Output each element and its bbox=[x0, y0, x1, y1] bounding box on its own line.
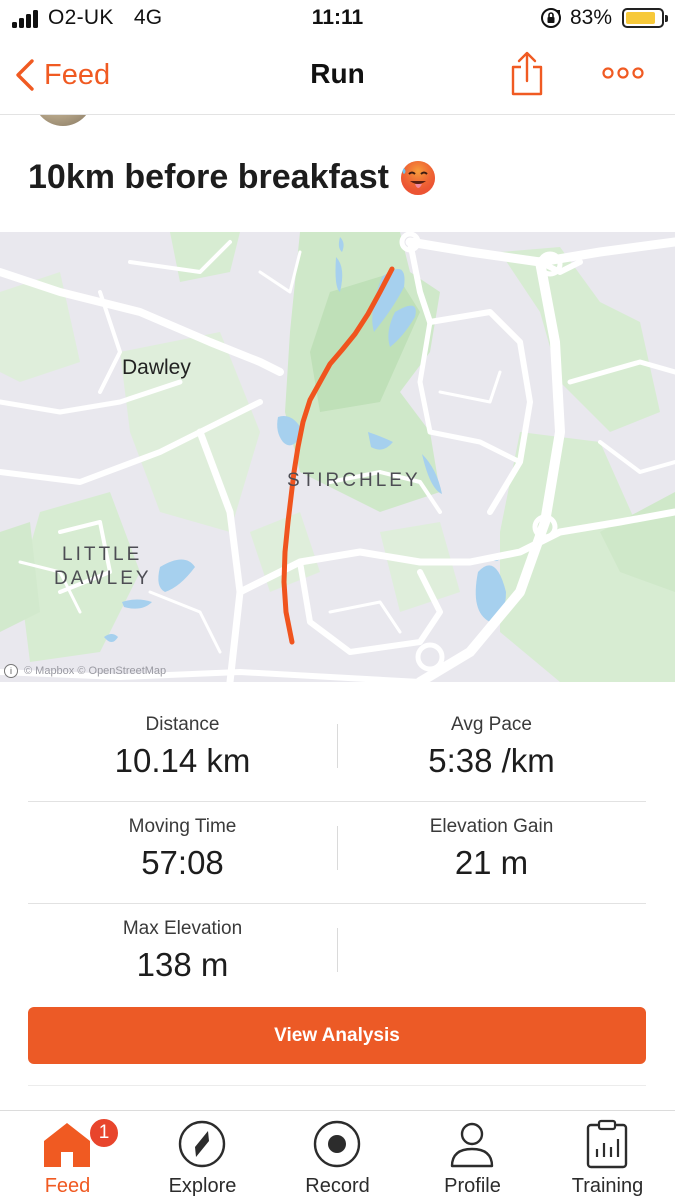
tab-bar: 1 Feed Explore Record Profile Training bbox=[0, 1110, 675, 1200]
info-icon[interactable]: i bbox=[4, 664, 18, 678]
stat-label: Max Elevation bbox=[122, 918, 243, 939]
stat-value: 138 m bbox=[136, 946, 229, 983]
home-icon bbox=[44, 1123, 90, 1167]
share-icon[interactable] bbox=[508, 50, 546, 98]
stat-moving-time: Moving Time 57:08 bbox=[28, 816, 337, 882]
map-label-little: LITTLE bbox=[62, 544, 143, 565]
map-canvas bbox=[0, 232, 675, 682]
activity-detail-screen: O2-UK 4G 11:11 83% Feed Run 10km before … bbox=[0, 0, 675, 1200]
hot-face-emoji-icon bbox=[400, 160, 435, 195]
stat-value: 21 m bbox=[454, 844, 529, 881]
tab-record[interactable]: Record bbox=[270, 1111, 405, 1200]
attribution-text: © Mapbox © OpenStreetMap bbox=[24, 665, 167, 677]
tab-profile[interactable]: Profile bbox=[405, 1111, 540, 1200]
activity-title-text: 10km before breakfast bbox=[28, 158, 389, 196]
back-label: Feed bbox=[44, 58, 111, 91]
tab-label: Feed bbox=[44, 1175, 91, 1197]
stat-avg-pace: Avg Pace 5:38 /km bbox=[337, 714, 646, 780]
stat-value: 5:38 /km bbox=[428, 742, 555, 779]
rotation-lock-icon bbox=[541, 8, 561, 28]
map-label-stirchley: STIRCHLEY bbox=[287, 470, 421, 491]
status-bar: O2-UK 4G 11:11 83% bbox=[0, 0, 675, 40]
notification-badge: 1 bbox=[88, 1117, 120, 1149]
view-analysis-button[interactable]: View Analysis bbox=[28, 1007, 646, 1064]
battery-percent: 83% bbox=[570, 6, 613, 29]
tab-explore[interactable]: Explore bbox=[135, 1111, 270, 1200]
back-button[interactable]: Feed bbox=[14, 52, 110, 98]
stats-row: Moving Time 57:08 Elevation Gain 21 m bbox=[28, 802, 646, 904]
tab-label: Explore bbox=[168, 1175, 237, 1197]
stat-max-elevation: Max Elevation 138 m bbox=[28, 918, 337, 984]
profile-icon bbox=[450, 1122, 494, 1168]
stat-label: Distance bbox=[145, 714, 220, 735]
map-attribution[interactable]: i © Mapbox © OpenStreetMap bbox=[4, 664, 166, 678]
activity-title: 10km before breakfast bbox=[28, 158, 437, 197]
tab-label: Training bbox=[571, 1175, 644, 1197]
stat-elevation-gain: Elevation Gain 21 m bbox=[337, 816, 646, 882]
tab-label: Profile bbox=[444, 1175, 501, 1197]
stats-row: Distance 10.14 km Avg Pace 5:38 /km bbox=[28, 700, 646, 802]
route-map[interactable]: Dawley STIRCHLEY LITTLE DAWLEY i © Mapbo… bbox=[0, 232, 675, 682]
compass-icon bbox=[178, 1120, 226, 1168]
nav-bar: Feed Run bbox=[0, 40, 675, 115]
chevron-left-icon bbox=[16, 59, 34, 91]
stat-label: Moving Time bbox=[128, 816, 237, 837]
tab-label: Record bbox=[305, 1175, 370, 1197]
tab-training[interactable]: Training bbox=[540, 1111, 675, 1200]
stat-label: Elevation Gain bbox=[429, 816, 554, 837]
map-label-dawley: Dawley bbox=[122, 356, 191, 379]
stats-row: Max Elevation 138 m bbox=[28, 904, 646, 1006]
tab-feed[interactable]: 1 Feed bbox=[0, 1111, 135, 1200]
stat-value: 57:08 bbox=[141, 844, 224, 881]
divider bbox=[337, 928, 338, 972]
stat-distance: Distance 10.14 km bbox=[28, 714, 337, 780]
record-icon bbox=[313, 1120, 361, 1168]
stats-grid: Distance 10.14 km Avg Pace 5:38 /km Movi… bbox=[28, 700, 646, 1006]
map-label-dawley-district: DAWLEY bbox=[54, 568, 152, 589]
more-icon[interactable] bbox=[598, 60, 648, 86]
stat-label: Avg Pace bbox=[451, 714, 532, 735]
stat-value: 10.14 km bbox=[114, 742, 251, 779]
training-icon bbox=[586, 1119, 628, 1169]
battery-icon bbox=[622, 8, 668, 28]
divider bbox=[28, 1085, 646, 1086]
